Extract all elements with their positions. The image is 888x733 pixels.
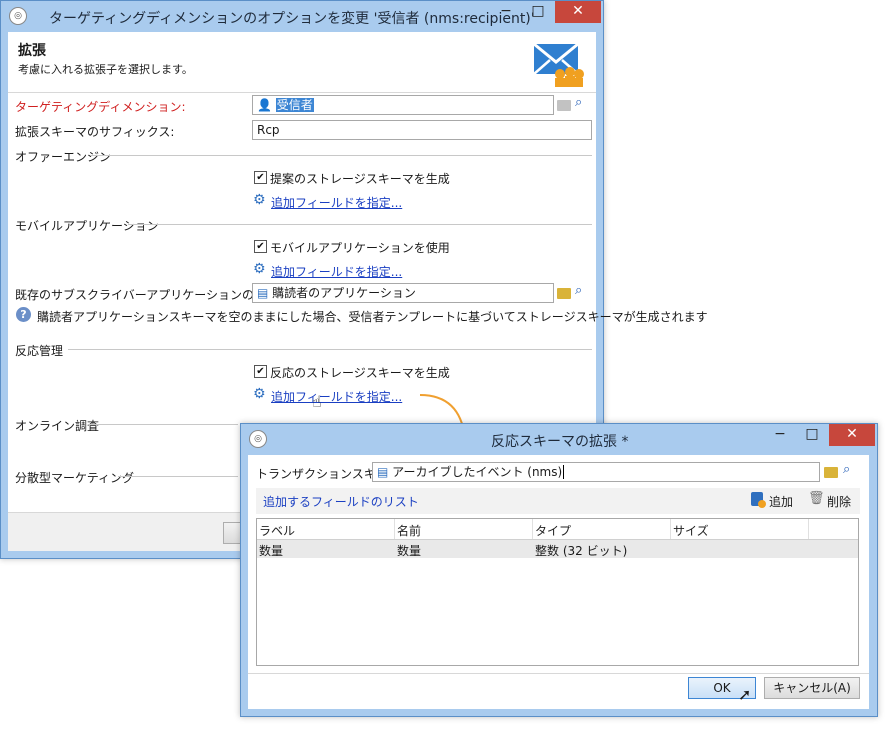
subscriber-schema-value: 購読者のアプリケーション (272, 286, 416, 300)
user-icon: 👤 (257, 98, 272, 112)
cancel-button[interactable]: キャンセル(A) (764, 677, 860, 699)
offer-checkbox-label: 提案のストレージスキーマを生成 (270, 172, 450, 186)
mobile-checkbox[interactable]: ✔ (254, 240, 267, 253)
dialog-window: ◎ 反応スキーマの拡張 * − □ ✕ トランザクションスキーマ: ▤ アーカイ… (240, 423, 878, 717)
gear-icon: ⚙ (253, 386, 266, 402)
main-window-title: ターゲティングディメンションのオプションを変更 '受信者 (nms:recipi… (49, 11, 535, 27)
distributed-section-title: 分散型マーケティング (15, 471, 135, 485)
col-divider (670, 519, 671, 539)
folder-icon[interactable] (824, 467, 838, 478)
minimize-button[interactable]: − (491, 1, 521, 23)
mobile-add-fields-link[interactable]: 追加フィールドを指定... (271, 263, 402, 280)
add-icon[interactable] (751, 492, 766, 508)
info-text: 購読者アプリケーションスキーマを空のままにした場合、受信者テンプレートに基づいて… (37, 310, 708, 324)
offer-checkbox[interactable]: ✔ (254, 171, 267, 184)
maximize-button[interactable]: □ (523, 1, 553, 23)
maximize-button[interactable]: □ (797, 424, 827, 446)
main-titlebar[interactable]: ◎ ターゲティングディメンションのオプションを変更 '受信者 (nms:reci… (1, 1, 603, 31)
col-divider (808, 519, 809, 539)
column-header-type[interactable]: タイプ (535, 522, 571, 539)
search-icon[interactable]: ⌕ (575, 283, 582, 298)
col-divider (532, 519, 533, 539)
cursor-icon: ➚ (738, 685, 752, 704)
cell-label: 数量 (259, 544, 284, 558)
dialog-client: トランザクションスキーマ: ▤ アーカイブしたイベント (nms) ⌕ 追加する… (248, 455, 869, 709)
survey-section-title: オンライン調査 (15, 419, 100, 433)
search-icon[interactable]: ⌕ (575, 95, 582, 110)
folder-icon[interactable] (557, 288, 571, 299)
response-checkbox[interactable]: ✔ (254, 365, 267, 378)
fields-list-label: 追加するフィールドのリスト (263, 495, 419, 509)
cell-type: 整数 (32 ビット) (535, 544, 628, 558)
header-divider (8, 92, 596, 93)
transaction-schema-field[interactable]: ▤ アーカイブしたイベント (nms) (372, 462, 820, 482)
targeting-dimension-value: 受信者 (275, 98, 314, 112)
response-checkbox-label: 反応のストレージスキーマを生成 (270, 366, 450, 380)
response-add-fields-link[interactable]: 追加フィールドを指定... (271, 388, 402, 405)
suffix-label: 拡張スキーマのサフィックス: (15, 125, 175, 139)
dialog-title: 反応スキーマの拡張 * (491, 434, 629, 450)
folder-icon[interactable] (557, 100, 571, 111)
mobile-divider (128, 224, 592, 225)
app-icon: ◎ (9, 7, 27, 25)
gear-icon: ⚙ (253, 192, 266, 208)
dialog-footer-divider (248, 673, 869, 674)
mobile-checkbox-label: モバイルアプリケーションを使用 (270, 241, 450, 255)
minimize-button[interactable]: − (765, 424, 795, 446)
add-button-label[interactable]: 追加 (769, 493, 793, 510)
mobile-section-title: モバイルアプリケーション (15, 219, 159, 233)
schema-icon: ▤ (257, 286, 269, 300)
search-icon[interactable]: ⌕ (843, 462, 850, 477)
column-header-name[interactable]: 名前 (397, 522, 421, 539)
page-title: 拡張 (18, 43, 46, 59)
offer-divider (90, 155, 592, 156)
col-divider (394, 519, 395, 539)
suffix-input[interactable]: Rcp (252, 120, 592, 140)
offer-add-fields-link[interactable]: 追加フィールドを指定... (271, 194, 402, 211)
page-subtitle: 考慮に入れる拡張子を選択します。 (18, 63, 193, 76)
response-section-title: 反応管理 (15, 344, 64, 358)
survey-divider (88, 424, 238, 425)
offer-section-title: オファーエンジン (15, 150, 112, 164)
envelope-icon (532, 42, 584, 88)
cell-name: 数量 (397, 544, 422, 558)
targeting-dimension-field[interactable]: 👤 受信者 (252, 95, 554, 115)
targeting-dimension-label: ターゲティングディメンション: (15, 100, 186, 114)
schema-icon: ▤ (377, 465, 389, 479)
column-header-size[interactable]: サイズ (673, 522, 709, 539)
response-divider (68, 349, 592, 350)
close-button[interactable]: ✕ (829, 424, 875, 446)
column-header-label[interactable]: ラベル (259, 522, 295, 539)
close-button[interactable]: ✕ (555, 1, 601, 23)
dialog-titlebar[interactable]: ◎ 反応スキーマの拡張 * − □ ✕ (241, 424, 877, 454)
transaction-schema-value: アーカイブしたイベント (nms) (392, 465, 565, 479)
delete-button-label[interactable]: 削除 (827, 493, 851, 510)
app-icon: ◎ (249, 430, 267, 448)
distributed-divider (118, 476, 238, 477)
cursor-icon: ☝ (312, 392, 322, 411)
info-icon: ? (16, 307, 31, 322)
gear-icon: ⚙ (253, 261, 266, 277)
fields-grid[interactable]: ラベル 名前 タイプ サイズ 数量 数量 整数 (32 ビット) (256, 518, 859, 666)
trash-icon[interactable]: 🗑 (808, 491, 825, 506)
subscriber-schema-field[interactable]: ▤ 購読者のアプリケーション (252, 283, 554, 303)
